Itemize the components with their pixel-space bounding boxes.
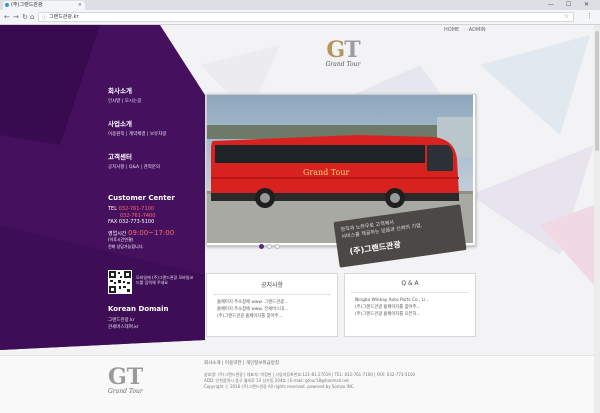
section-title[interactable]: 고객센터 xyxy=(108,151,208,161)
url-text: 그랜드관광.kr xyxy=(49,14,79,20)
slide-dot-3[interactable] xyxy=(275,244,280,249)
footer-logo-t: T xyxy=(126,364,144,390)
tab-title: (주)그랜드관광 xyxy=(11,2,43,8)
hours-note-2: 전화 상담가능합니다. xyxy=(108,243,144,249)
korean-domain-1[interactable]: 그랜드관광.kr xyxy=(108,317,135,323)
browser-tab-bar: (주)그랜드관광 × — ☐ ✕ xyxy=(0,0,600,10)
footer-logo-subtitle: Grand Tour xyxy=(108,388,143,395)
list-item[interactable]: 홈페이지 주소창에 www. 그랜드관광... xyxy=(207,299,337,306)
footer-address: 상호명: (주)그랜드관광 | 대표자: 박정현 | 사업자등록번호:121-8… xyxy=(204,372,504,390)
list-item[interactable]: (주)그랜드관광 홈페이지를 찾아주... xyxy=(345,304,475,311)
slogan-company: (주)그랜드관광 xyxy=(349,240,402,257)
section-title[interactable]: 사업소개 xyxy=(108,118,208,128)
maximize-icon[interactable]: ☐ xyxy=(566,0,571,9)
back-icon[interactable]: ← xyxy=(4,12,10,22)
nav-home-link[interactable]: HOME xyxy=(444,27,459,33)
fax-number: FAX 032-773-5100 xyxy=(108,219,155,225)
slide-dot-2[interactable] xyxy=(267,244,272,249)
footer-logo: GT Grand Tour xyxy=(108,366,143,395)
list-item[interactable]: (주)그랜드관광 홈페이지를 오픈하... xyxy=(345,311,475,318)
qna-title[interactable]: Q & A xyxy=(345,280,475,287)
section-links[interactable]: 이용원칙 | 계약체결 | 보유차량 xyxy=(108,131,208,137)
tel-number-1: 032-761-7100 xyxy=(118,206,155,212)
slide-indicators xyxy=(259,234,283,253)
logo-g: G xyxy=(326,37,345,63)
footer-links[interactable]: 회사소개 | 이용약관 | 개인정보취급방침 xyxy=(204,360,279,366)
notice-title[interactable]: 공지사항 xyxy=(207,280,337,289)
site-logo[interactable]: GT Grand Tour xyxy=(318,39,368,68)
footer: GT Grand Tour 회사소개 | 이용약관 | 개인정보취급방침 상호명… xyxy=(0,355,600,413)
url-input[interactable]: ⓘ 그랜드관광.kr ☆ xyxy=(38,12,574,22)
scrollbar[interactable] xyxy=(594,25,600,413)
qr-code[interactable] xyxy=(108,270,132,294)
section-links[interactable]: 인사말 | 오시는길 xyxy=(108,98,208,104)
tab-close-icon[interactable]: × xyxy=(78,1,82,10)
browser-menu-icon[interactable]: ⋮ xyxy=(586,12,593,20)
logo-t: T xyxy=(344,37,360,63)
list-item[interactable]: Ningbo Winkay Auto Parts Co., Li... xyxy=(345,297,475,304)
reload-icon[interactable]: ↻ xyxy=(22,12,28,22)
list-item[interactable]: (주)그랜드관광 홈페이지를 찾아주... xyxy=(207,313,337,320)
forward-icon[interactable]: → xyxy=(13,12,19,22)
minimize-icon[interactable]: — xyxy=(548,0,554,9)
bus-logo-text: Grand Tour xyxy=(303,168,349,177)
window-close-icon[interactable]: ✕ xyxy=(584,0,589,9)
browser-tab[interactable]: (주)그랜드관광 × xyxy=(3,1,85,10)
page: HOME ADMIN GT Grand Tour 회사소개 인사말 | 오시는길… xyxy=(0,25,600,413)
qr-description: 모바일에 (주)그랜드관광 모바일코드를 입력해 주세요 xyxy=(136,275,194,285)
favicon-icon xyxy=(5,3,9,7)
hours-value: 09:00~17:00 xyxy=(128,228,175,237)
bookmark-star-icon[interactable]: ☆ xyxy=(564,13,569,21)
home-icon[interactable]: ⌂ xyxy=(30,12,34,22)
tel-label: TEL xyxy=(108,206,117,212)
nav-admin-link[interactable]: ADMIN xyxy=(469,27,486,33)
slide-dot-1[interactable] xyxy=(259,244,264,249)
footer-logo-g: G xyxy=(108,364,127,390)
logo-subtitle: Grand Tour xyxy=(325,61,361,68)
customer-center-title: Customer Center xyxy=(108,194,175,202)
footer-copyright: Copyright ⓒ 2016 (주)그랜드관광 All rights res… xyxy=(204,384,355,389)
address-bar-row: ← → ↻ ⌂ ⓘ 그랜드관광.kr ☆ xyxy=(0,10,600,25)
sidebar-section-support: 고객센터 공지사항 | Q&A | 견적문의 xyxy=(108,151,208,170)
section-links[interactable]: 공지사항 | Q&A | 견적문의 xyxy=(108,164,208,170)
korean-domain-title: Korean Domain xyxy=(108,305,169,313)
top-nav: HOME ADMIN xyxy=(444,27,494,33)
list-item[interactable]: 홈페이지 주소창에 www. 전세버스대... xyxy=(207,306,337,313)
customer-center: Customer Center TEL 032-761-7100 032-761… xyxy=(108,194,208,250)
info-icon: ⓘ xyxy=(42,15,48,21)
section-title[interactable]: 회사소개 xyxy=(108,85,208,95)
notice-board: 공지사항 홈페이지 주소창에 www. 그랜드관광... 홈페이지 주소창에 w… xyxy=(206,273,338,337)
sidebar: 회사소개 인사말 | 오시는길 사업소개 이용원칙 | 계약체결 | 보유차량 … xyxy=(108,85,208,250)
tel-number-2: 032-761-7400 xyxy=(120,212,156,219)
sidebar-section-company: 회사소개 인사말 | 오시는길 xyxy=(108,85,208,104)
sidebar-section-business: 사업소개 이용원칙 | 계약체결 | 보유차량 xyxy=(108,118,208,137)
hours-label: 영업시간 xyxy=(108,230,127,237)
qna-board: Q & A Ningbo Winkay Auto Parts Co., Li..… xyxy=(344,273,476,337)
scrollbar-thumb[interactable] xyxy=(595,31,599,151)
korean-domain-2[interactable]: 관세버스대여.kr xyxy=(108,324,139,330)
